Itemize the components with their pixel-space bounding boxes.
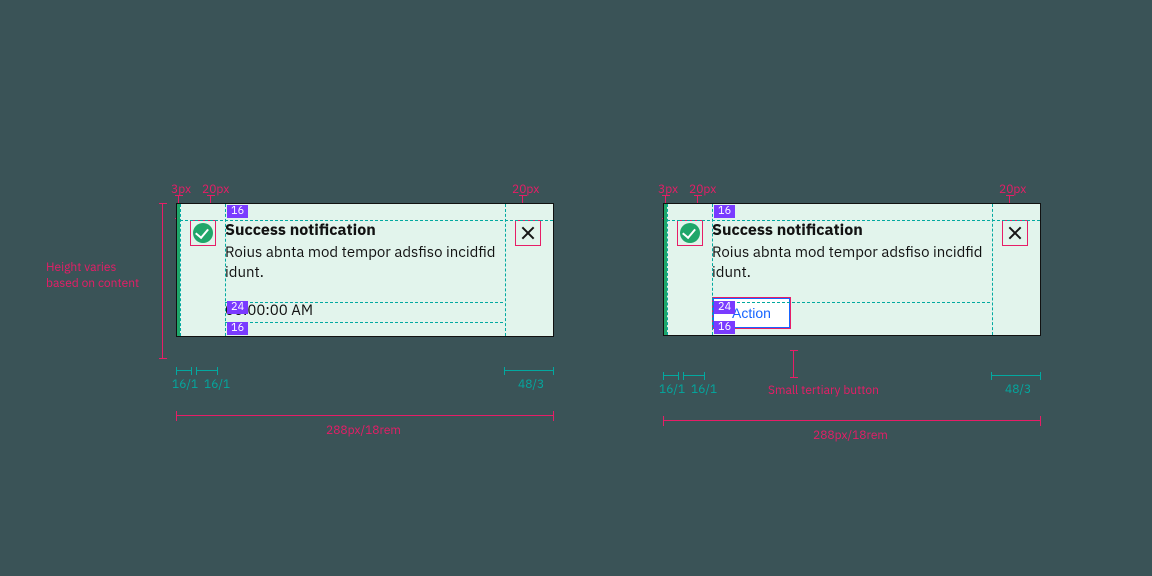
check-circle-icon [680,223,700,243]
annotation-width: 288px/18rem [326,423,401,438]
close-icon[interactable] [518,223,538,243]
width-measure [176,415,554,416]
close-column [990,204,1040,335]
guide-h-ts [225,322,503,323]
measure-icon [196,370,218,371]
width-measure [663,420,1041,421]
guide-v2 [225,204,226,336]
annotation-pad-close: 48/3 [518,377,544,392]
annotation-pad-close: 48/3 [1005,382,1031,397]
close-spec-box [515,220,541,246]
guide-v2 [712,204,713,335]
guide-h-mid [712,302,990,303]
notification-title: Success notification [225,220,503,241]
icon-spec-box [190,220,216,246]
spacing-chip-top: 16 [227,205,248,218]
notification-description: Roius abnta mod tempor adsfiso incidfid … [712,243,990,284]
annotation-pad-icon: 16/1 [204,377,230,392]
close-icon[interactable] [1005,223,1025,243]
height-note-l2: based on content [46,276,166,292]
icon-column [667,204,712,335]
height-note: Height varies based on content [46,260,166,291]
guide-v1 [180,204,181,336]
notification-description: Roius abnta mod tempor adsfiso incidfid … [225,243,503,284]
notification-card: Success notification Roius abnta mod tem… [663,203,1041,336]
guide-h-mid [225,302,503,303]
guide-v3 [505,204,506,336]
measure-close [991,375,1041,376]
height-note-l1: Height varies [46,260,166,276]
left-variant: 3px 20px 20px Height varies based on con… [176,165,586,405]
spec-diagram: 3px 20px 20px Height varies based on con… [0,0,1152,576]
notification-card: Success notification Roius abnta mod tem… [176,203,554,337]
notification-timestamp: 00:00:00 AM [225,301,503,320]
spacing-chip-bottom: 16 [714,321,735,334]
icon-column [180,204,225,336]
close-column [503,204,553,336]
guide-h-top [180,220,553,221]
annotation-pad-accent: 16/1 [659,382,685,397]
leader-tertiary [793,350,794,378]
spacing-chip-top: 16 [714,205,735,218]
guide-v1 [667,204,668,335]
icon-spec-box [677,220,703,246]
annotation-pad-icon: 16/1 [691,382,717,397]
spacing-chip-mid: 24 [714,301,735,314]
guide-v3 [992,204,993,335]
annotation-width: 288px/18rem [813,428,888,443]
annotation-pad-accent: 16/1 [172,377,198,392]
guide-h-top [667,220,1040,221]
measure-accent [176,370,192,371]
measure-accent [663,375,679,376]
close-spec-box [1002,220,1028,246]
right-variant: 3px 20px 20px Success notification Roius… [663,165,1073,405]
annotation-tertiary: Small tertiary button [768,383,879,398]
check-circle-icon [193,223,213,243]
spacing-chip-mid: 24 [227,301,248,314]
measure-close [504,370,554,371]
content-column: Success notification Roius abnta mod tem… [712,204,990,335]
content-column: Success notification Roius abnta mod tem… [225,204,503,336]
notification-title: Success notification [712,220,990,241]
spacing-chip-bottom: 16 [227,322,248,335]
measure-icon [683,375,705,376]
